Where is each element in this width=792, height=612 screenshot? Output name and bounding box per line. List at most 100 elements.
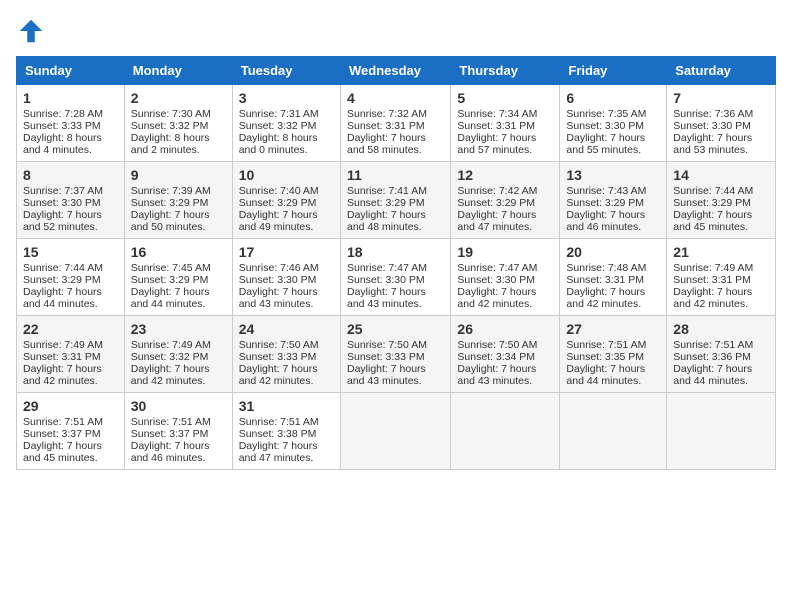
day-number: 27	[566, 321, 660, 337]
col-thursday: Thursday	[451, 57, 560, 85]
daylight-text: Daylight: 7 hours and 45 minutes.	[673, 209, 752, 233]
calendar-cell: 21Sunrise: 7:49 AMSunset: 3:31 PMDayligh…	[667, 239, 776, 316]
sunrise-text: Sunrise: 7:31 AM	[239, 108, 319, 120]
daylight-text: Daylight: 7 hours and 55 minutes.	[566, 132, 645, 156]
col-monday: Monday	[124, 57, 232, 85]
sunrise-text: Sunrise: 7:50 AM	[457, 339, 537, 351]
calendar-cell: 18Sunrise: 7:47 AMSunset: 3:30 PMDayligh…	[340, 239, 450, 316]
day-number: 11	[347, 167, 444, 183]
daylight-text: Daylight: 7 hours and 44 minutes.	[131, 286, 210, 310]
sunset-text: Sunset: 3:32 PM	[131, 351, 209, 363]
sunrise-text: Sunrise: 7:49 AM	[673, 262, 753, 274]
sunrise-text: Sunrise: 7:44 AM	[23, 262, 103, 274]
col-tuesday: Tuesday	[232, 57, 340, 85]
calendar-cell: 19Sunrise: 7:47 AMSunset: 3:30 PMDayligh…	[451, 239, 560, 316]
daylight-text: Daylight: 7 hours and 42 minutes.	[673, 286, 752, 310]
daylight-text: Daylight: 8 hours and 2 minutes.	[131, 132, 210, 156]
day-number: 18	[347, 244, 444, 260]
sunrise-text: Sunrise: 7:46 AM	[239, 262, 319, 274]
sunrise-text: Sunrise: 7:51 AM	[566, 339, 646, 351]
calendar-cell: 16Sunrise: 7:45 AMSunset: 3:29 PMDayligh…	[124, 239, 232, 316]
header-row: Sunday Monday Tuesday Wednesday Thursday…	[17, 57, 776, 85]
sunset-text: Sunset: 3:29 PM	[23, 274, 101, 286]
sunset-text: Sunset: 3:31 PM	[566, 274, 644, 286]
calendar-cell: 1Sunrise: 7:28 AMSunset: 3:33 PMDaylight…	[17, 85, 125, 162]
sunrise-text: Sunrise: 7:41 AM	[347, 185, 427, 197]
day-number: 21	[673, 244, 769, 260]
day-number: 17	[239, 244, 334, 260]
calendar-cell: 11Sunrise: 7:41 AMSunset: 3:29 PMDayligh…	[340, 162, 450, 239]
sunset-text: Sunset: 3:29 PM	[131, 274, 209, 286]
day-number: 24	[239, 321, 334, 337]
sunset-text: Sunset: 3:30 PM	[673, 120, 751, 132]
page-header	[16, 16, 776, 46]
sunrise-text: Sunrise: 7:49 AM	[23, 339, 103, 351]
daylight-text: Daylight: 7 hours and 43 minutes.	[239, 286, 318, 310]
daylight-text: Daylight: 7 hours and 44 minutes.	[23, 286, 102, 310]
calendar-cell: 5Sunrise: 7:34 AMSunset: 3:31 PMDaylight…	[451, 85, 560, 162]
sunset-text: Sunset: 3:33 PM	[347, 351, 425, 363]
sunrise-text: Sunrise: 7:40 AM	[239, 185, 319, 197]
sunset-text: Sunset: 3:30 PM	[566, 120, 644, 132]
daylight-text: Daylight: 7 hours and 42 minutes.	[566, 286, 645, 310]
calendar-cell	[560, 393, 667, 470]
daylight-text: Daylight: 7 hours and 44 minutes.	[566, 363, 645, 387]
sunrise-text: Sunrise: 7:47 AM	[347, 262, 427, 274]
calendar-cell: 28Sunrise: 7:51 AMSunset: 3:36 PMDayligh…	[667, 316, 776, 393]
sunrise-text: Sunrise: 7:39 AM	[131, 185, 211, 197]
calendar-cell: 25Sunrise: 7:50 AMSunset: 3:33 PMDayligh…	[340, 316, 450, 393]
calendar-cell: 20Sunrise: 7:48 AMSunset: 3:31 PMDayligh…	[560, 239, 667, 316]
sunset-text: Sunset: 3:30 PM	[239, 274, 317, 286]
sunset-text: Sunset: 3:30 PM	[23, 197, 101, 209]
sunset-text: Sunset: 3:38 PM	[239, 428, 317, 440]
day-number: 12	[457, 167, 553, 183]
sunrise-text: Sunrise: 7:44 AM	[673, 185, 753, 197]
sunset-text: Sunset: 3:29 PM	[457, 197, 535, 209]
calendar-cell	[667, 393, 776, 470]
sunset-text: Sunset: 3:30 PM	[457, 274, 535, 286]
daylight-text: Daylight: 7 hours and 42 minutes.	[457, 286, 536, 310]
day-number: 13	[566, 167, 660, 183]
calendar-cell: 26Sunrise: 7:50 AMSunset: 3:34 PMDayligh…	[451, 316, 560, 393]
sunset-text: Sunset: 3:34 PM	[457, 351, 535, 363]
sunrise-text: Sunrise: 7:50 AM	[347, 339, 427, 351]
sunset-text: Sunset: 3:32 PM	[131, 120, 209, 132]
calendar-cell: 17 Sunrise: 7:46 AMSunset: 3:30 PMDayligh…	[232, 239, 340, 316]
calendar-cell	[340, 393, 450, 470]
sunrise-text: Sunrise: 7:36 AM	[673, 108, 753, 120]
col-wednesday: Wednesday	[340, 57, 450, 85]
sunrise-text: Sunrise: 7:45 AM	[131, 262, 211, 274]
daylight-text: Daylight: 7 hours and 44 minutes.	[673, 363, 752, 387]
day-number: 31	[239, 398, 334, 414]
logo	[16, 16, 50, 46]
calendar-week-row: 15Sunrise: 7:44 AMSunset: 3:29 PMDayligh…	[17, 239, 776, 316]
daylight-text: Daylight: 7 hours and 52 minutes.	[23, 209, 102, 233]
daylight-text: Daylight: 7 hours and 42 minutes.	[23, 363, 102, 387]
day-number: 3	[239, 90, 334, 106]
day-number: 5	[457, 90, 553, 106]
day-number: 28	[673, 321, 769, 337]
daylight-text: Daylight: 7 hours and 46 minutes.	[566, 209, 645, 233]
calendar-cell: 22Sunrise: 7:49 AMSunset: 3:31 PMDayligh…	[17, 316, 125, 393]
calendar-cell: 2Sunrise: 7:30 AMSunset: 3:32 PMDaylight…	[124, 85, 232, 162]
day-number: 4	[347, 90, 444, 106]
sunrise-text: Sunrise: 7:51 AM	[131, 416, 211, 428]
calendar-cell: 13Sunrise: 7:43 AMSunset: 3:29 PMDayligh…	[560, 162, 667, 239]
calendar-cell: 29Sunrise: 7:51 AMSunset: 3:37 PMDayligh…	[17, 393, 125, 470]
col-friday: Friday	[560, 57, 667, 85]
daylight-text: Daylight: 8 hours and 4 minutes.	[23, 132, 102, 156]
day-number: 19	[457, 244, 553, 260]
sunrise-text: Sunrise: 7:28 AM	[23, 108, 103, 120]
day-number: 15	[23, 244, 118, 260]
sunset-text: Sunset: 3:37 PM	[131, 428, 209, 440]
col-sunday: Sunday	[17, 57, 125, 85]
sunset-text: Sunset: 3:31 PM	[457, 120, 535, 132]
calendar-cell: 10Sunrise: 7:40 AMSunset: 3:29 PMDayligh…	[232, 162, 340, 239]
day-number: 26	[457, 321, 553, 337]
day-number: 8	[23, 167, 118, 183]
calendar-week-row: 1Sunrise: 7:28 AMSunset: 3:33 PMDaylight…	[17, 85, 776, 162]
sunset-text: Sunset: 3:29 PM	[347, 197, 425, 209]
sunrise-text: Sunrise: 7:51 AM	[673, 339, 753, 351]
calendar-cell: 12Sunrise: 7:42 AMSunset: 3:29 PMDayligh…	[451, 162, 560, 239]
daylight-text: Daylight: 7 hours and 50 minutes.	[131, 209, 210, 233]
